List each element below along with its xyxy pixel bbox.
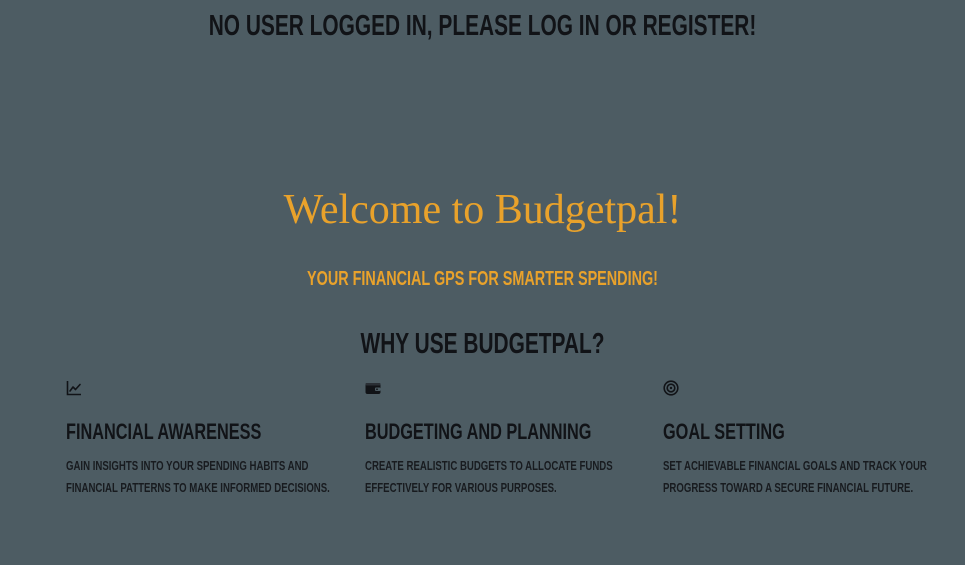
target-icon (663, 380, 681, 398)
welcome-title: Welcome to Budgetpal! (283, 187, 682, 233)
feature-description: SET ACHIEVABLE FINANCIAL GOALS AND TRACK… (663, 458, 927, 495)
feature-description: CREATE REALISTIC BUDGETS TO ALLOCATE FUN… (365, 458, 613, 495)
line-chart-icon (66, 380, 84, 398)
feature-budgeting-and-planning: BUDGETING AND PLANNING CREATE REALISTIC … (365, 380, 655, 499)
why-section-heading: WHY USE BUDGETPAL? (360, 328, 605, 360)
login-status-message: NO USER LOGGED IN, PLEASE LOG IN OR REGI… (208, 10, 757, 42)
hero-tagline: YOUR FINANCIAL GPS FOR SMARTER SPENDING! (307, 268, 658, 290)
feature-financial-awareness: FINANCIAL AWARENESS GAIN INSIGHTS INTO Y… (66, 380, 356, 499)
feature-goal-setting: GOAL SETTING SET ACHIEVABLE FINANCIAL GO… (663, 380, 953, 499)
feature-description: GAIN INSIGHTS INTO YOUR SPENDING HABITS … (66, 458, 330, 495)
feature-title: FINANCIAL AWARENESS (66, 419, 262, 444)
wallet-icon (365, 380, 383, 398)
feature-title: BUDGETING AND PLANNING (365, 419, 592, 444)
feature-title: GOAL SETTING (663, 419, 785, 444)
